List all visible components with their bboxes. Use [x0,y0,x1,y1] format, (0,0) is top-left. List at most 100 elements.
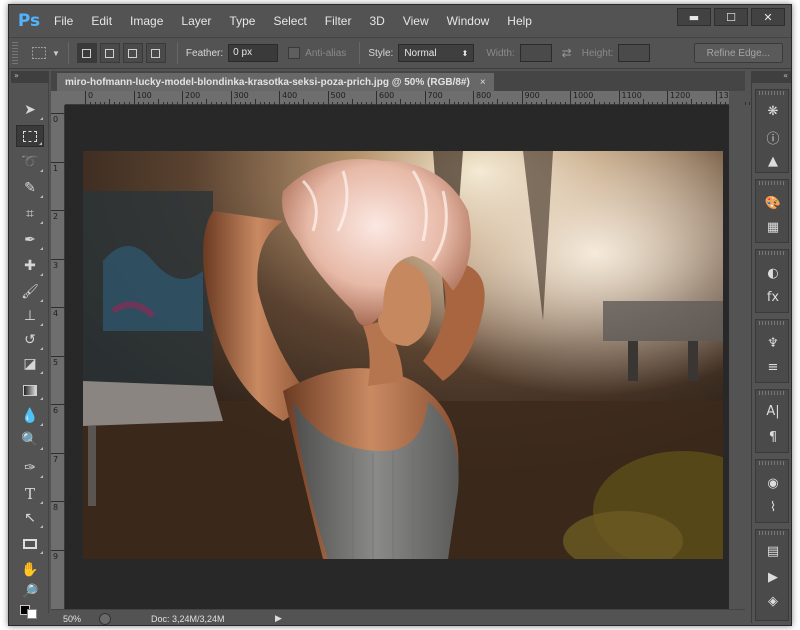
blur-tool[interactable]: 💧 [16,405,44,427]
refine-edge-button[interactable]: Refine Edge... [693,43,783,63]
panel-grip[interactable] [759,391,785,395]
histogram-icon[interactable]: ▲ [764,152,782,170]
minimize-button[interactable]: ▬ [677,8,711,26]
new-selection-button[interactable] [76,43,97,63]
ruler-tick [51,113,65,114]
horizontal-ruler[interactable]: 0 100 200 300 400 500 600 700 800 900 1000 1100 1200… [65,91,761,105]
panel-grip[interactable] [759,461,785,465]
actions-play-icon[interactable]: ▶ [764,568,782,586]
preset-dropdown-icon[interactable]: ▼ [52,49,60,58]
crop-tool[interactable]: ⌗ [16,203,44,225]
panel-dock: ❋ ⓘ ▲ 🎨 ▦ ◐ fx ♆ ≡ A| ¶ ◉ ⌇ ▤ ▶ ◈ [751,83,791,623]
height-input[interactable] [618,44,651,62]
layers-icon[interactable]: ◈ [764,592,782,610]
antialias-checkbox[interactable] [288,47,301,59]
width-input[interactable] [519,44,552,62]
pen-tool[interactable]: ✑ [16,457,44,479]
intersect-selection-button[interactable] [145,43,166,63]
lasso-tool[interactable]: ➰ [16,151,44,173]
updown-icon: ⬍ [461,48,469,58]
toolbar-header[interactable]: » [11,71,49,83]
gradient-tool[interactable] [16,379,44,401]
menu-edit[interactable]: Edit [82,14,121,28]
menu-file[interactable]: File [45,14,82,28]
ruler-label: 5 [53,357,59,367]
zoom-level[interactable]: 50% [63,614,99,624]
add-selection-button[interactable] [99,43,120,63]
subtract-selection-button[interactable] [122,43,143,63]
menu-select[interactable]: Select [264,14,315,28]
style-select[interactable]: Normal ⬍ [398,44,475,62]
panel-grip[interactable] [759,531,785,535]
background-color-swatch[interactable] [27,609,37,619]
menu-3d[interactable]: 3D [360,14,393,28]
styles-icon[interactable]: fx [764,288,782,306]
quick-selection-tool[interactable]: ✎ [16,177,44,199]
swap-icon[interactable]: ⇄ [562,46,572,60]
info-icon[interactable]: ⓘ [764,128,782,147]
menu-layer[interactable]: Layer [172,14,220,28]
subtract-selection-icon [128,48,138,58]
brush-presets-icon[interactable]: ♆ [764,334,782,352]
adjustments-icon[interactable]: ◐ [764,264,782,282]
dodge-tool[interactable]: 🔍 [16,429,44,451]
ruler-label: 9 [53,551,59,561]
doc-size: Doc: 3,24M/3,24M [151,613,225,624]
ruler-tick [279,91,280,105]
close-button[interactable]: ✕ [751,8,785,26]
panel-grip[interactable] [759,251,785,255]
panel-grip[interactable] [759,91,785,95]
paths-icon[interactable]: ⌇ [764,498,782,516]
navigator-icon[interactable]: ❋ [764,102,782,120]
menu-view[interactable]: View [394,14,438,28]
feather-input[interactable]: 0 px [228,44,279,62]
marquee-preset-icon[interactable] [32,47,46,59]
character-icon[interactable]: A| [764,402,782,420]
menu-filter[interactable]: Filter [316,14,361,28]
zoom-tool[interactable]: 🔎 [16,583,44,601]
photo-canvas[interactable] [83,151,723,559]
move-tool[interactable]: ➤ [16,99,44,121]
vertical-scroll-area[interactable] [729,91,745,609]
ruler-label: 500 [330,91,346,100]
panels-header[interactable]: « [751,71,791,83]
menu-image[interactable]: Image [121,14,172,28]
brush-tool[interactable]: 🖌 [16,281,44,303]
share-icon[interactable] [99,612,111,625]
panel-grip[interactable] [759,181,785,185]
status-menu-icon[interactable]: ▶ [275,613,282,624]
ruler-label: 100 [136,91,152,100]
vertical-ruler[interactable]: 0 1 2 3 4 5 6 7 8 9 [51,105,65,609]
intersect-selection-icon [151,48,161,58]
expand-icon[interactable]: « [783,71,791,80]
paragraph-icon[interactable]: ¶ [764,428,782,446]
type-tool[interactable]: T [16,483,44,505]
tab-close-icon[interactable]: × [480,77,486,88]
channels-icon[interactable]: ◉ [764,474,782,492]
swatches-icon[interactable]: ▦ [764,218,782,236]
hand-tool[interactable]: ✋ [16,559,44,581]
arrow-icon: ↖ [24,510,36,526]
menu-type[interactable]: Type [220,14,264,28]
ruler-label: 0 [53,115,59,124]
hand-icon: ✋ [21,562,39,578]
clone-stamp-tool[interactable]: ⊥ [16,305,44,327]
options-grip[interactable] [12,42,18,64]
maximize-button[interactable]: ☐ [714,8,748,26]
collapse-icon[interactable]: » [11,71,19,80]
rectangle-tool[interactable] [16,533,44,555]
path-selection-tool[interactable]: ↖ [16,507,44,529]
history-brush-tool[interactable]: ↺ [16,329,44,351]
ruler-origin[interactable] [51,91,65,105]
color-palette-icon[interactable]: 🎨 [764,194,782,212]
panel-grip[interactable] [759,321,785,325]
eraser-tool[interactable]: ◪ [16,353,44,375]
spot-healing-tool[interactable]: ✚ [16,255,44,277]
rectangular-marquee-tool[interactable] [16,125,44,147]
document-tab[interactable]: miro-hofmann-lucky-model-blondinka-kraso… [57,73,494,91]
brush-settings-icon[interactable]: ≡ [764,358,782,376]
eyedropper-tool[interactable]: ✒ [16,229,44,251]
history-icon[interactable]: ▤ [764,542,782,560]
menu-window[interactable]: Window [438,14,499,28]
menu-help[interactable]: Help [498,14,541,28]
